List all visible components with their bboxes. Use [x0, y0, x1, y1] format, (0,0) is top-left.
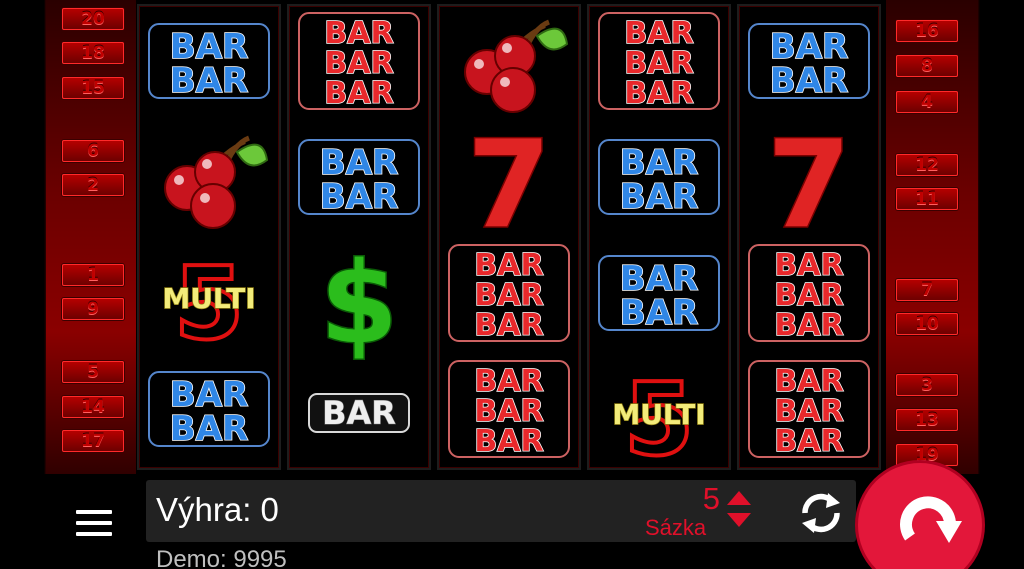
payline-right-line-13: 13	[896, 409, 958, 431]
svg-text:MULTI: MULTI	[162, 282, 255, 315]
svg-text:7: 7	[467, 116, 551, 255]
svg-text:BAR: BAR	[170, 61, 248, 101]
symbol-bar-bar-bar-red: BAR BAR BAR	[739, 354, 879, 470]
svg-text:BAR: BAR	[320, 177, 398, 217]
demo-balance: Demo: 9995	[156, 546, 287, 569]
payline-left-line-9: 9	[62, 298, 124, 320]
svg-text:BAR: BAR	[322, 394, 396, 432]
reel-2: BAR BAR BAR BAR BAR $ BAR	[287, 4, 431, 470]
symbol-bar-bar-blue: BAR BAR	[139, 6, 279, 122]
paylines-left-panel: 20 18 15 6 2 1 9 5 14 17	[46, 0, 136, 474]
autoplay-button[interactable]	[795, 487, 847, 539]
symbol-seven-red: 7	[439, 115, 579, 257]
refresh-icon	[802, 493, 840, 533]
reel-3: 7 BAR BAR BAR BAR BAR BAR	[437, 4, 581, 470]
paylines-right-panel: 16 8 4 12 11 7 10 3 13 19	[886, 0, 978, 474]
symbol-bar-bar-blue: BAR BAR	[589, 122, 729, 238]
symbol-bar-bar-bar-red: BAR BAR BAR	[289, 6, 429, 122]
payline-right-line-7: 7	[896, 279, 958, 301]
svg-text:BAR: BAR	[774, 424, 843, 459]
payline-left-line-14: 14	[62, 396, 124, 418]
payline-left-line-17: 17	[62, 430, 124, 452]
bet-value: 5	[702, 481, 720, 516]
svg-text:BAR: BAR	[774, 308, 843, 343]
svg-text:7: 7	[767, 116, 851, 255]
menu-button[interactable]	[76, 510, 112, 540]
payline-right-line-4: 4	[896, 91, 958, 113]
symbol-cherries	[139, 122, 279, 238]
symbol-bar-bar-blue: BAR BAR	[589, 238, 729, 354]
symbol-bar-bar-blue: BAR BAR	[739, 6, 879, 122]
bet-increase-button[interactable]	[727, 491, 751, 505]
symbol-seven-red: 7	[739, 115, 879, 257]
svg-text:BAR: BAR	[170, 409, 248, 449]
payline-left-line-18: 18	[62, 42, 124, 64]
symbol-bar-single-silver: BAR	[289, 354, 429, 470]
slot-machine: 20 18 15 6 2 1 9 5 14 17 16 8 4 12 11 7 10 3 13 19 BAR BAR 5…	[0, 0, 1024, 569]
symbol-multi-5: 5 MULTI	[589, 354, 729, 480]
payline-left-line-6: 6	[62, 140, 124, 162]
payline-right-line-16: 16	[896, 20, 958, 42]
payline-left-line-5: 5	[62, 361, 124, 383]
symbol-bar-bar-blue: BAR BAR	[289, 122, 429, 238]
payline-left-line-20: 20	[62, 8, 124, 30]
payline-right-line-12: 12	[896, 154, 958, 176]
symbol-multi-5: 5 MULTI	[139, 238, 279, 364]
payline-left-line-15: 15	[62, 77, 124, 99]
svg-text:MULTI: MULTI	[612, 398, 705, 431]
payline-right-line-10: 10	[896, 313, 958, 335]
reel-4: BAR BAR BAR BAR BAR BAR BAR 5 MULTI	[587, 4, 731, 480]
reel-1: BAR BAR 5 MULTI BAR BAR	[137, 4, 281, 470]
symbol-bar-bar-bar-red: BAR BAR BAR	[439, 238, 579, 354]
bet-label: Sázka	[645, 515, 707, 540]
symbol-bar-bar-blue: BAR BAR	[139, 354, 279, 470]
payline-right-line-8: 8	[896, 55, 958, 77]
svg-text:$: $	[320, 239, 398, 369]
payline-right-line-11: 11	[896, 188, 958, 210]
symbol-cherries	[439, 6, 579, 122]
win-label: Výhra: 0	[156, 491, 279, 528]
svg-text:BAR: BAR	[324, 76, 393, 111]
payline-left-line-1: 1	[62, 264, 124, 286]
bet-decrease-button[interactable]	[727, 513, 751, 527]
svg-text:BAR: BAR	[624, 76, 693, 111]
payline-left-line-2: 2	[62, 174, 124, 196]
symbol-bar-bar-bar-red: BAR BAR BAR	[739, 238, 879, 354]
svg-text:BAR: BAR	[474, 308, 543, 343]
symbol-bar-bar-bar-red: BAR BAR BAR	[439, 354, 579, 470]
svg-text:BAR: BAR	[620, 177, 698, 217]
svg-text:BAR: BAR	[770, 61, 848, 101]
svg-text:BAR: BAR	[620, 293, 698, 333]
svg-text:BAR: BAR	[474, 424, 543, 459]
payline-right-line-3: 3	[896, 374, 958, 396]
menu-icon	[76, 510, 112, 536]
reel-5: BAR BAR 7 BAR BAR BAR BAR BAR BAR	[737, 4, 881, 470]
symbol-dollar-green: $	[289, 238, 429, 371]
symbol-bar-bar-bar-red: BAR BAR BAR	[589, 6, 729, 122]
